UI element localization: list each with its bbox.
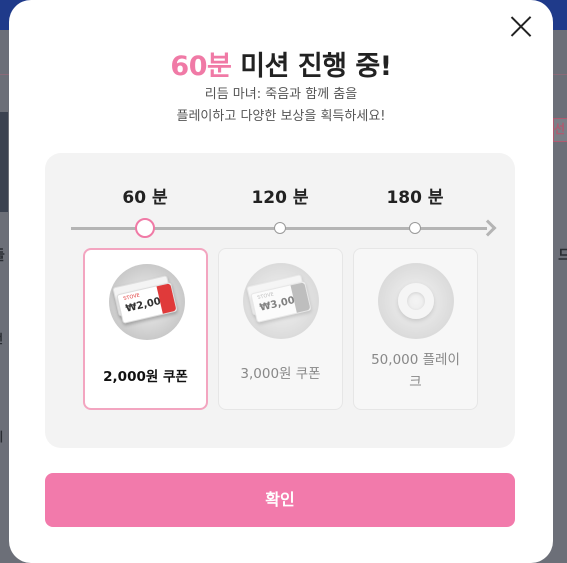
backdrop-text: 세 xyxy=(0,428,3,445)
backdrop-thumbnail xyxy=(0,112,8,212)
title-text: 미션 진행 중! xyxy=(231,51,392,82)
reward-card-3000-coupon[interactable]: STOVE ₩3,000 3,000원 쿠폰 xyxy=(218,248,343,410)
modal-subtitle: 리듬 마녀: 죽음과 함께 춤을 플레이하고 다양한 보상을 획득하세요! xyxy=(9,84,553,128)
reward-label: 3,000원 쿠폰 xyxy=(240,366,321,382)
backdrop-text: 드 xyxy=(558,248,567,264)
milestone-dot xyxy=(409,222,421,234)
mission-progress-panel: 60 분 120 분 180 분 STOVE ₩2,000 2,000원 쿠폰 xyxy=(45,153,515,448)
milestone-dot xyxy=(274,222,286,234)
backdrop-text: 전 xyxy=(0,330,3,347)
reward-card-50000-play[interactable]: 50,000 플레이 크 xyxy=(353,248,478,410)
title-highlight: 60분 xyxy=(170,51,232,82)
milestone-label-180: 180 분 xyxy=(386,188,444,208)
confirm-button[interactable]: 확인 xyxy=(45,473,515,527)
reward-card-2000-coupon[interactable]: STOVE ₩2,000 2,000원 쿠폰 xyxy=(83,248,208,410)
donut-icon xyxy=(378,263,454,339)
reward-label: 2,000원 쿠폰 xyxy=(103,369,188,385)
coupon-icon: STOVE ₩2,000 xyxy=(109,264,185,340)
milestone-label-120: 120 분 xyxy=(251,188,309,208)
coupon-icon: STOVE ₩3,000 xyxy=(243,263,319,339)
milestone-dot-active xyxy=(135,218,155,238)
mission-modal: 60분 미션 진행 중! 리듬 마녀: 죽음과 함께 춤을 플레이하고 다양한 … xyxy=(9,0,553,563)
modal-title: 60분 미션 진행 중! xyxy=(9,44,553,83)
backdrop-text: 들 xyxy=(0,245,5,265)
subtitle-line: 리듬 마녀: 죽음과 함께 춤을 xyxy=(204,87,358,102)
close-icon[interactable] xyxy=(509,14,533,38)
track-arrow-icon xyxy=(479,219,497,237)
reward-label: 50,000 플레이 크 xyxy=(371,352,460,390)
subtitle-line: 플레이하고 다양한 보상을 획득하세요! xyxy=(176,109,386,124)
backdrop-text: 선 xyxy=(553,122,565,136)
milestone-label-60: 60 분 xyxy=(122,188,168,208)
